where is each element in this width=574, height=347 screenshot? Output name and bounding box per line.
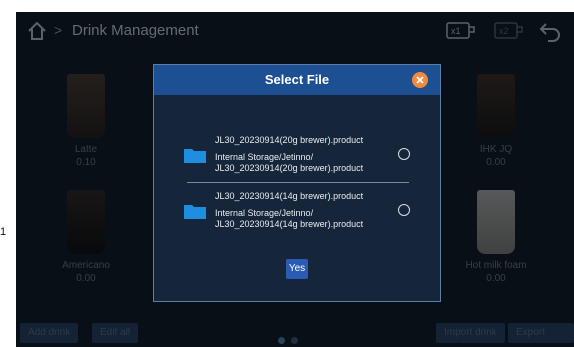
file-path: Internal Storage/Jetinno/ JL30_20230914(…	[215, 152, 363, 174]
radio-button[interactable]	[398, 204, 410, 216]
folder-icon	[184, 205, 206, 219]
dialog-header: Select File	[154, 65, 440, 95]
select-file-dialog: Select File JL30_20230914(20g brewer).pr…	[153, 64, 441, 302]
divider	[187, 182, 409, 183]
file-path-line: Internal Storage/Jetinno/	[215, 152, 314, 162]
file-path: Internal Storage/Jetinno/ JL30_20230914(…	[215, 208, 363, 230]
folder-icon	[184, 149, 206, 163]
radio-button[interactable]	[398, 148, 410, 160]
file-path-line: JL30_20230914(20g brewer).product	[215, 163, 364, 173]
close-icon[interactable]	[412, 72, 428, 88]
file-path-line: Internal Storage/Jetinno/	[215, 208, 314, 218]
yes-button[interactable]: Yes	[286, 259, 308, 279]
file-option-20g[interactable]: JL30_20230914(20g brewer).product Intern…	[184, 135, 414, 181]
app-screen: > Drink Management x1 x2 Latte 0.10 IHK …	[16, 12, 574, 347]
dialog-title: Select File	[264, 72, 330, 87]
file-option-14g[interactable]: JL30_20230914(14g brewer).product Intern…	[184, 191, 414, 237]
file-path-line: JL30_20230914(14g brewer).product	[215, 219, 364, 229]
margin-text: 1	[0, 226, 7, 238]
file-name: JL30_20230914(14g brewer).product	[215, 191, 364, 201]
file-name: JL30_20230914(20g brewer).product	[215, 135, 364, 145]
